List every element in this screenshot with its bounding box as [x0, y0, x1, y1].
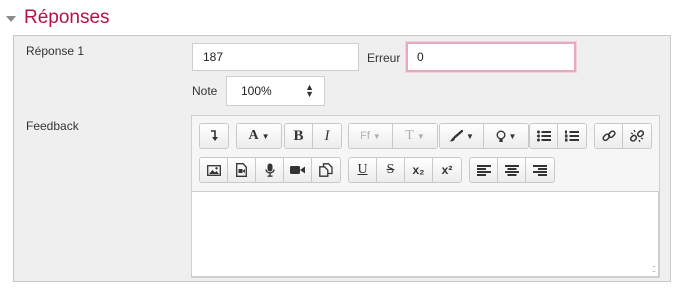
- brush-icon: [449, 130, 464, 142]
- bullet-list-icon: [536, 130, 551, 142]
- font-size-button[interactable]: T ▼: [393, 124, 437, 148]
- dropdown-caret-icon: ▼: [466, 131, 474, 141]
- dropdown-caret-icon: ▼: [416, 131, 425, 141]
- collapse-caret-icon[interactable]: [6, 16, 16, 22]
- select-updown-icon: ▲ ▼: [305, 82, 314, 99]
- toolbar-group-media: [199, 157, 341, 183]
- align-left-button[interactable]: [470, 158, 498, 182]
- align-center-icon: [504, 164, 519, 176]
- grade-select[interactable]: 100% ▲ ▼: [226, 76, 325, 106]
- toolbar-group-bi: B I: [284, 123, 342, 149]
- toolbar-group-fonts-disabled: Ff ▼ T ▼: [348, 123, 438, 149]
- font-style-label: A: [248, 128, 259, 143]
- subscript-button[interactable]: x₂: [405, 158, 433, 182]
- underline-icon: U: [357, 162, 368, 177]
- strikethrough-icon: S: [386, 162, 395, 177]
- font-size-label: T: [405, 128, 414, 143]
- link-icon: [601, 130, 616, 142]
- brush-button[interactable]: ▼: [440, 124, 484, 148]
- dropdown-caret-icon: ▼: [508, 131, 517, 141]
- manage-files-button[interactable]: [312, 158, 340, 182]
- toolbar-group-format: U S x₂ x²: [348, 157, 462, 183]
- grade-select-value: 100%: [241, 84, 272, 98]
- toolbar-toggle-button[interactable]: [200, 124, 228, 148]
- dropdown-caret-icon: ▼: [372, 131, 381, 141]
- image-icon: [206, 164, 221, 176]
- bold-icon: B: [293, 127, 304, 144]
- error-label: Erreur: [367, 51, 401, 65]
- superscript-icon: x²: [441, 163, 453, 177]
- answer-input[interactable]: 187: [192, 43, 359, 71]
- font-family-label: Ff: [360, 130, 370, 142]
- toolbar-group-color: ▼ ▼: [439, 123, 529, 149]
- feedback-editor[interactable]: ⁚⁚: [191, 191, 659, 277]
- record-audio-button[interactable]: [256, 158, 284, 182]
- section-title: Réponses: [24, 7, 110, 28]
- link-button[interactable]: [595, 124, 623, 148]
- files-icon: [319, 163, 333, 177]
- lightbulb-icon: [496, 130, 506, 142]
- toolbar-group-font: A ▼: [236, 123, 282, 149]
- underline-button[interactable]: U: [349, 158, 377, 182]
- insert-image-button[interactable]: [200, 158, 228, 182]
- highlight-button[interactable]: ▼: [484, 124, 528, 148]
- media-file-icon: [236, 163, 247, 177]
- italic-button[interactable]: I: [313, 124, 341, 148]
- align-right-icon: [533, 164, 547, 176]
- microphone-icon: [264, 163, 275, 177]
- font-family-button[interactable]: Ff ▼: [349, 124, 393, 148]
- italic-icon: I: [324, 127, 330, 144]
- strikethrough-button[interactable]: S: [377, 158, 405, 182]
- arrow-down-return-icon: [211, 130, 218, 141]
- numbered-list-icon: [565, 130, 579, 142]
- grade-label: Note: [192, 84, 218, 98]
- answer-label: Réponse 1: [26, 44, 85, 58]
- resize-grip-icon[interactable]: ⁚⁚: [652, 265, 656, 274]
- error-input[interactable]: 0: [406, 42, 576, 72]
- toolbar-group-lists: [529, 123, 587, 149]
- numbered-list-button[interactable]: [558, 124, 586, 148]
- section-header[interactable]: Réponses: [6, 6, 110, 30]
- insert-media-button[interactable]: [228, 158, 256, 182]
- dropdown-caret-icon: ▼: [261, 131, 270, 141]
- toolbar-group-links: [594, 123, 652, 149]
- unlink-button[interactable]: [623, 124, 651, 148]
- align-right-button[interactable]: [526, 158, 554, 182]
- unlink-icon: [630, 129, 644, 143]
- record-video-button[interactable]: [284, 158, 312, 182]
- bold-button[interactable]: B: [285, 124, 313, 148]
- superscript-button[interactable]: x²: [433, 158, 461, 182]
- font-style-button[interactable]: A ▼: [237, 124, 281, 148]
- align-center-button[interactable]: [498, 158, 526, 182]
- align-left-icon: [476, 164, 491, 176]
- toolbar-group-align: [469, 157, 555, 183]
- toolbar-group-collapse: [199, 123, 229, 149]
- subscript-icon: x₂: [412, 163, 425, 177]
- bullet-list-button[interactable]: [530, 124, 558, 148]
- video-camera-icon: [290, 166, 305, 174]
- feedback-label: Feedback: [26, 119, 79, 133]
